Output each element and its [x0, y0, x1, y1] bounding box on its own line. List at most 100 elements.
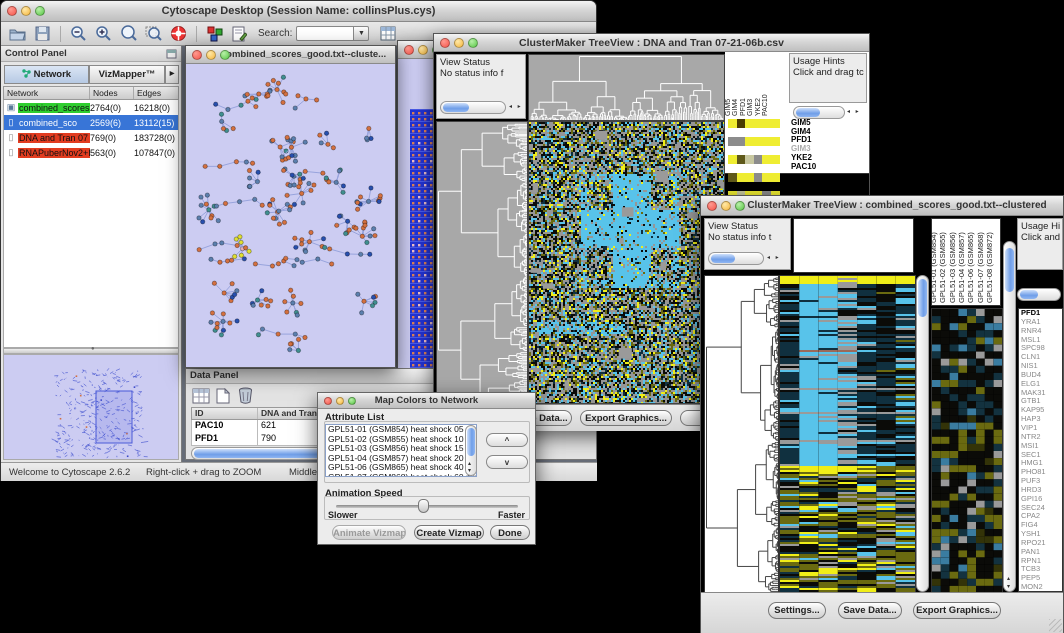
treeview1-title-bar[interactable]: ClusterMaker TreeView : DNA and Tran 07-… [434, 34, 869, 52]
dialog-title-bar[interactable]: Map Colors to Network [318, 393, 535, 409]
gene-label[interactable]: YRA1 [1021, 318, 1062, 327]
export-graphics-button[interactable]: Export Graphics... [913, 602, 1001, 619]
annotation-button[interactable] [227, 23, 252, 44]
tab-network[interactable]: Network [4, 65, 89, 84]
gene-label[interactable]: PEP5 [1021, 574, 1062, 583]
gene-label[interactable]: VIP1 [1021, 424, 1062, 433]
speed-slider-thumb[interactable] [418, 499, 429, 513]
gene-label[interactable]: PFD1 [1021, 309, 1062, 318]
window-controls[interactable] [440, 34, 478, 51]
col-nodes[interactable]: Nodes [90, 87, 134, 99]
network-overview-canvas[interactable] [4, 355, 178, 459]
network-window-1-title-bar[interactable]: combined_scores_good.txt--cluste... [186, 46, 395, 64]
data-col-id[interactable]: ID [192, 408, 258, 419]
tv1-zoom-hscrollbar[interactable] [793, 106, 845, 119]
gene-label[interactable]: BUD4 [1021, 371, 1062, 380]
gene-label[interactable]: YSH1 [1021, 530, 1062, 539]
gene-label[interactable]: SEC1 [1021, 451, 1062, 460]
gene-label[interactable]: GIM3 [791, 145, 851, 154]
network-row[interactable]: ▯DNA and Tran 07769(0)183728(0) [4, 130, 178, 145]
attribute-list[interactable]: GPL51-01 (GSM854) heat shock 05 minGPL51… [325, 424, 477, 477]
select-attributes-button[interactable] [192, 388, 210, 409]
float-panel-icon[interactable] [166, 49, 177, 59]
gene-label[interactable]: FIG4 [1021, 521, 1062, 530]
tv1-heatmap[interactable] [528, 121, 725, 404]
tab-overflow-button[interactable]: ▶ [165, 65, 179, 84]
gene-label[interactable]: PUF3 [1021, 477, 1062, 486]
gene-label[interactable]: GIM4 [791, 128, 851, 137]
scroll-thumb[interactable] [796, 108, 820, 117]
new-attribute-button[interactable] [216, 388, 230, 409]
scroll-thumb[interactable] [711, 254, 735, 263]
gene-label[interactable]: PFD1 [791, 136, 851, 145]
attribute-list-scrollbar[interactable]: ▴▾ [465, 425, 477, 476]
gene-label[interactable]: YKE2 [791, 154, 851, 163]
settings-button[interactable]: Settings... [768, 602, 826, 619]
gene-label[interactable]: GIM5 [791, 119, 851, 128]
gene-label[interactable]: CLN1 [1021, 353, 1062, 362]
tv2-hints-scrollbar[interactable] [1017, 288, 1061, 301]
animate-vizmap-button[interactable]: Animate Vizmap [332, 525, 406, 540]
move-up-button[interactable]: ^ [486, 433, 528, 447]
delete-attribute-button[interactable] [238, 387, 253, 409]
scroll-thumb[interactable] [467, 428, 475, 456]
export-graphics-button[interactable]: Export Graphics... [580, 410, 672, 426]
treeview2-title-bar[interactable]: ClusterMaker TreeView : combined_scores_… [701, 196, 1063, 216]
save-session-button[interactable] [30, 23, 55, 44]
network-overview-panel[interactable] [3, 354, 179, 460]
gene-label[interactable]: GTB1 [1021, 397, 1062, 406]
tv2-main-vscrollbar[interactable] [916, 275, 929, 592]
scroll-thumb[interactable] [1020, 290, 1038, 299]
network-row[interactable]: ▯RNAPuberNov2+I563(0)107847(0) [4, 145, 178, 160]
gene-label[interactable]: GPI16 [1021, 495, 1062, 504]
resize-grip[interactable] [1049, 619, 1062, 632]
gene-label[interactable]: CPA2 [1021, 512, 1062, 521]
scroll-thumb[interactable] [1005, 248, 1014, 292]
gene-label[interactable]: SEC24 [1021, 504, 1062, 513]
help-button[interactable] [166, 23, 191, 44]
window-controls[interactable] [192, 46, 230, 63]
window-controls[interactable] [707, 196, 745, 215]
tv1-column-dendrogram[interactable] [528, 54, 725, 121]
search-input[interactable] [296, 26, 354, 41]
gene-label[interactable]: ELG1 [1021, 380, 1062, 389]
zoom-out-button[interactable] [66, 23, 91, 44]
gene-label[interactable]: KAP95 [1021, 406, 1062, 415]
tv1-zoom-matrix[interactable] [728, 119, 780, 171]
window-controls[interactable] [7, 1, 45, 21]
gene-label[interactable]: HRD3 [1021, 486, 1062, 495]
gene-label[interactable]: PAN1 [1021, 548, 1062, 557]
gene-label[interactable]: RPO21 [1021, 539, 1062, 548]
done-button[interactable]: Done [490, 525, 530, 540]
open-file-button[interactable] [5, 23, 30, 44]
tv2-zoom-heatmap[interactable] [931, 308, 1003, 594]
gene-label[interactable]: PAC10 [791, 163, 851, 172]
vizmapper-button[interactable] [202, 23, 227, 44]
gene-label[interactable]: NIS1 [1021, 362, 1062, 371]
gene-label[interactable]: MON2 [1021, 583, 1062, 592]
gene-label[interactable]: TCB3 [1021, 565, 1062, 574]
tv2-row-dendrogram[interactable] [704, 275, 779, 594]
search-dropdown-arrow[interactable]: ▼ [354, 26, 369, 41]
gene-label[interactable]: RPN1 [1021, 557, 1062, 566]
tv1-row-dendrogram[interactable] [436, 121, 528, 404]
col-network[interactable]: Network [4, 87, 90, 99]
gene-label[interactable]: MSL1 [1021, 336, 1062, 345]
network-row[interactable]: ▯combined_sco2569(6)13112(15) [4, 115, 178, 130]
gene-label[interactable]: MSI1 [1021, 442, 1062, 451]
network-row[interactable]: ▣combined_scores2764(0)16218(0) [4, 100, 178, 115]
scroll-thumb[interactable] [918, 279, 927, 317]
zoom-selected-button[interactable] [141, 23, 166, 44]
tab-vizmapper[interactable]: VizMapper™ [89, 65, 165, 84]
network-view-canvas[interactable] [186, 64, 395, 367]
main-title-bar[interactable]: Cytoscape Desktop (Session Name: collins… [1, 1, 596, 22]
scroll-arrows[interactable]: ◂ ▸ [509, 101, 523, 114]
save-data-button[interactable]: Save Data... [838, 602, 902, 619]
tv2-zoom-vscrollbar[interactable]: ▴▾ [1003, 241, 1016, 592]
zoom-in-button[interactable] [91, 23, 116, 44]
gene-label[interactable]: MAK31 [1021, 389, 1062, 398]
move-down-button[interactable]: v [486, 455, 528, 469]
tv2-status-scrollbar[interactable] [708, 252, 764, 265]
gene-label[interactable]: SPC98 [1021, 344, 1062, 353]
gene-label[interactable]: PHO81 [1021, 468, 1062, 477]
